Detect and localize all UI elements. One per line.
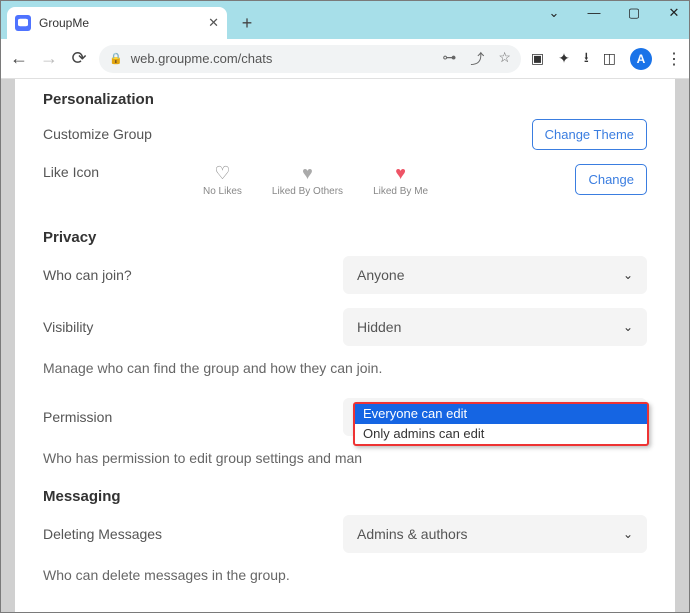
who-can-join-select[interactable]: Anyone ⌄ [343,256,647,294]
back-button[interactable]: ← [9,48,29,69]
like-icon-label: Like Icon [43,164,153,180]
visibility-row: Visibility Hidden ⌄ [43,308,647,346]
share-icon[interactable]: ⤴ [470,49,484,69]
browser-tab[interactable]: GroupMe ✕ [7,7,227,39]
heart-gray-icon: ♥ [302,164,313,182]
customize-group-label: Customize Group [43,126,343,142]
heart-red-icon: ♥ [395,164,406,182]
tab-close-icon[interactable]: ✕ [208,15,219,31]
menu-icon[interactable]: ⋮ [666,49,681,69]
deleting-messages-desc: Who can delete messages in the group. [43,567,647,583]
privacy-manage-desc: Manage who can find the group and how th… [43,360,647,376]
maximize-icon[interactable]: ▢ [625,5,643,21]
liked-others-caption: Liked By Others [272,186,343,197]
chevron-down-icon: ⌄ [623,527,633,541]
no-likes-caption: No Likes [203,186,242,197]
url-text: web.groupme.com/chats [131,51,273,66]
download-icon[interactable]: ⭳ [584,47,589,71]
chevron-down-icon: ⌄ [623,320,633,334]
forward-button: → [39,48,59,69]
lock-icon: 🔒 [109,52,123,65]
browser-toolbar: ← → ⟳ 🔒 web.groupme.com/chats ⊶ ⤴ ☆ ▣ ✦ … [1,39,689,79]
chevron-down-icon[interactable]: ⌄ [545,5,563,21]
reload-button[interactable]: ⟳ [69,48,89,69]
new-tab-button[interactable]: + [233,9,261,37]
settings-page: Personalization Customize Group Change T… [15,79,675,612]
visibility-select[interactable]: Hidden ⌄ [343,308,647,346]
panel-icon[interactable]: ◫ [603,50,616,67]
tab-title: GroupMe [39,16,200,30]
like-icon-row: Like Icon ♡ No Likes ♥ Liked By Others ♥… [43,164,647,197]
minimize-icon[interactable]: ― [585,5,603,21]
section-title-messaging: Messaging [43,488,647,505]
permission-desc: Who has permission to edit group setting… [43,450,647,466]
titlebar: GroupMe ✕ + ⌄ ― ▢ ✕ [1,1,689,39]
profile-avatar[interactable]: A [630,48,652,70]
section-title-personalization: Personalization [43,91,647,108]
visibility-value: Hidden [357,319,401,335]
deleting-messages-value: Admins & authors [357,526,468,542]
permission-option-admins[interactable]: Only admins can edit [355,424,647,444]
star-icon[interactable]: ☆ [498,49,511,69]
permission-dropdown-open: Everyone can edit Only admins can edit [353,402,649,446]
extensions-icon[interactable]: ✦ [558,50,570,67]
visibility-label: Visibility [43,319,343,335]
deleting-messages-label: Deleting Messages [43,526,343,542]
who-can-join-row: Who can join? Anyone ⌄ [43,256,647,294]
chevron-down-icon: ⌄ [623,268,633,282]
change-like-icon-button[interactable]: Change [575,164,647,195]
customize-group-row: Customize Group Change Theme [43,118,647,150]
section-title-privacy: Privacy [43,229,647,246]
deleting-messages-row: Deleting Messages Admins & authors ⌄ [43,515,647,553]
page-viewport: Personalization Customize Group Change T… [1,79,689,612]
permission-label: Permission [43,409,343,425]
key-icon[interactable]: ⊶ [442,49,456,69]
address-bar[interactable]: 🔒 web.groupme.com/chats ⊶ ⤴ ☆ [99,45,521,73]
who-can-join-label: Who can join? [43,267,343,283]
deleting-messages-select[interactable]: Admins & authors ⌄ [343,515,647,553]
change-theme-button[interactable]: Change Theme [532,119,647,150]
browser-window: GroupMe ✕ + ⌄ ― ▢ ✕ ← → ⟳ 🔒 web.groupme.… [0,0,690,613]
toolbar-actions: ▣ ✦ ⭳ ◫ A ⋮ [531,47,681,71]
who-can-join-value: Anyone [357,267,404,283]
window-controls: ⌄ ― ▢ ✕ [545,5,683,21]
liked-me-caption: Liked By Me [373,186,428,197]
like-icon-previews: ♡ No Likes ♥ Liked By Others ♥ Liked By … [203,164,428,197]
close-window-icon[interactable]: ✕ [665,5,683,21]
translate-icon[interactable]: ▣ [531,50,544,67]
groupme-favicon [15,15,31,31]
permission-option-everyone[interactable]: Everyone can edit [355,404,647,424]
heart-outline-icon: ♡ [214,164,230,182]
